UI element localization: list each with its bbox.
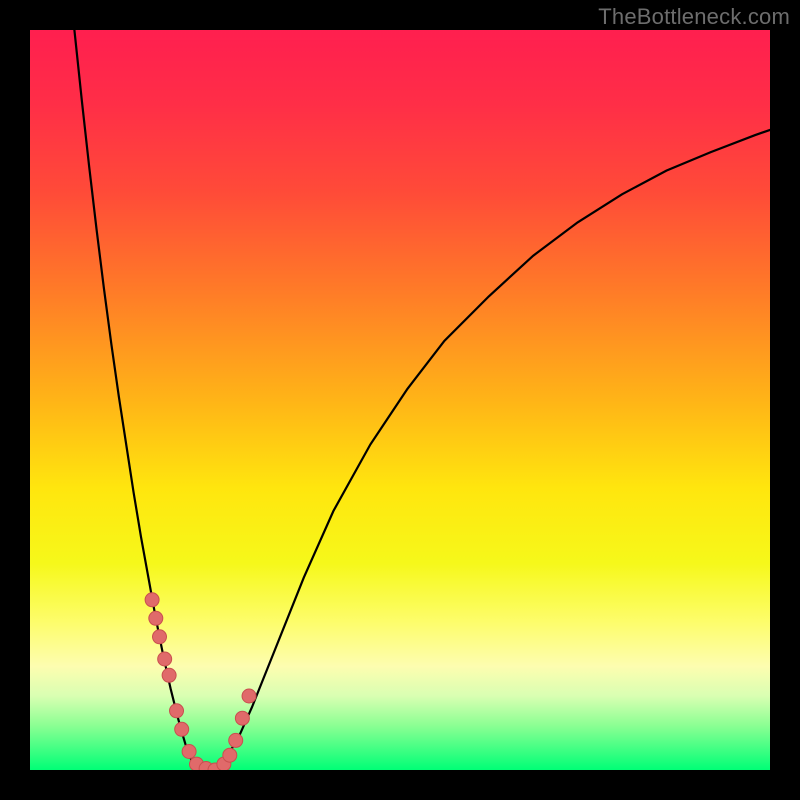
chart-frame: TheBottleneck.com (0, 0, 800, 800)
data-marker (182, 745, 196, 759)
data-marker (153, 630, 167, 644)
data-marker (235, 711, 249, 725)
data-marker (149, 611, 163, 625)
data-marker (242, 689, 256, 703)
data-marker (223, 748, 237, 762)
data-marker (162, 668, 176, 682)
data-marker (229, 733, 243, 747)
plot-area (30, 30, 770, 770)
data-marker (158, 652, 172, 666)
data-marker (145, 593, 159, 607)
chart-svg (30, 30, 770, 770)
data-marker (170, 704, 184, 718)
data-marker (175, 722, 189, 736)
watermark-text: TheBottleneck.com (598, 4, 790, 30)
